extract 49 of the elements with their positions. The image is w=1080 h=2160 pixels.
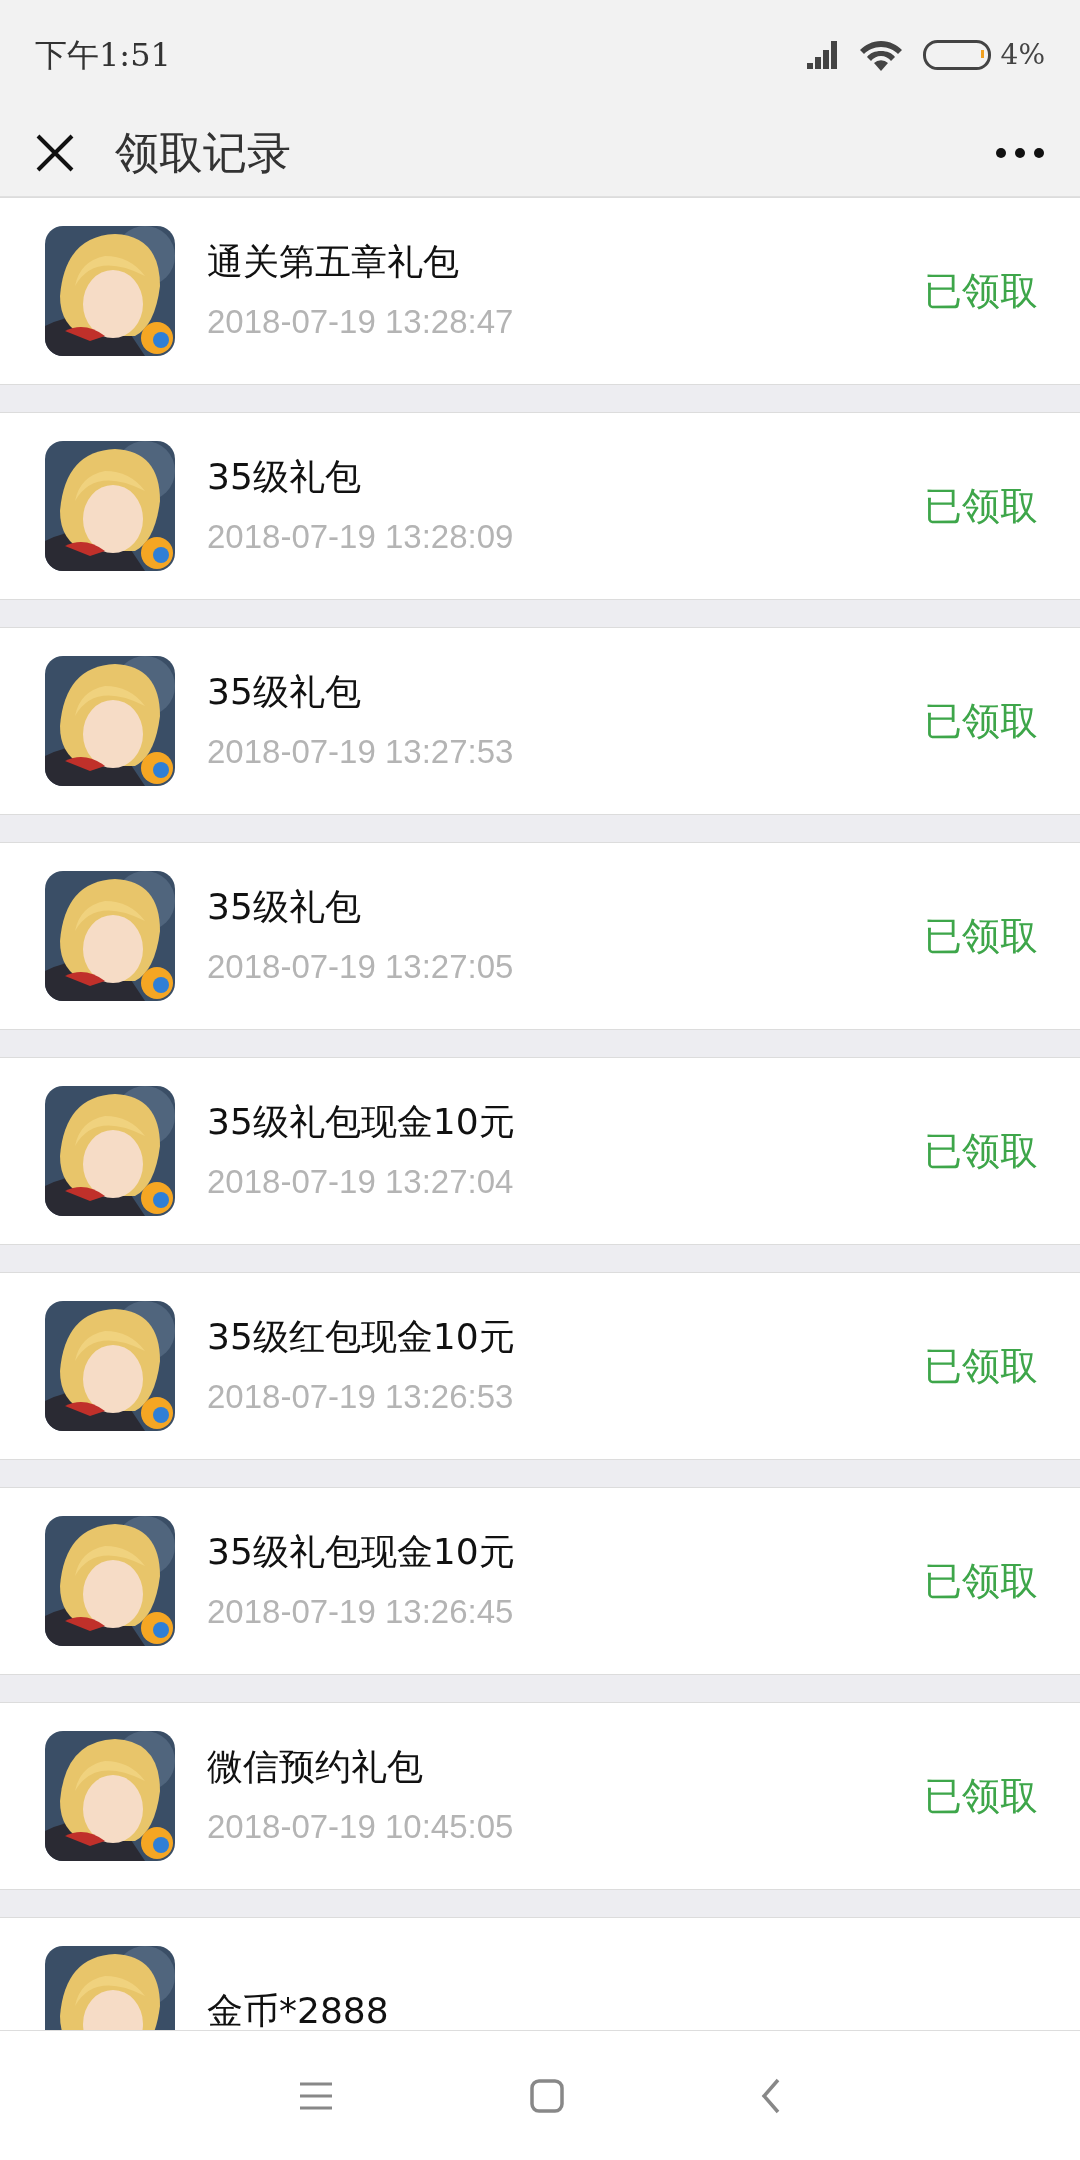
claim-time: 2018-07-19 10:45:05 bbox=[207, 1807, 515, 1848]
record-row[interactable]: 通关第五章礼包 2018-07-19 13:28:47 已领取 bbox=[0, 197, 1080, 385]
battery-icon bbox=[922, 40, 991, 70]
close-icon bbox=[35, 133, 75, 173]
close-button[interactable] bbox=[35, 133, 75, 173]
record-row[interactable]: 35级红包现金10元 2018-07-19 13:26:53 已领取 bbox=[0, 1272, 1080, 1460]
more-icon bbox=[996, 148, 1044, 158]
wifi-icon bbox=[858, 39, 903, 71]
home-button[interactable] bbox=[530, 2078, 564, 2113]
gift-title: 35级礼包 bbox=[207, 670, 362, 715]
record-row[interactable]: 金币*2888 bbox=[0, 1917, 1080, 2030]
claim-status: 已领取 bbox=[924, 1342, 1038, 1390]
gift-title: 35级礼包现金10元 bbox=[207, 1100, 516, 1145]
gift-title: 35级礼包 bbox=[207, 455, 362, 500]
record-row[interactable]: 35级礼包 2018-07-19 13:27:53 已领取 bbox=[0, 627, 1080, 815]
signal-icon bbox=[804, 41, 839, 69]
record-row[interactable]: 35级礼包 2018-07-19 13:28:09 已领取 bbox=[0, 412, 1080, 600]
record-row[interactable]: 35级礼包现金10元 2018-07-19 13:27:04 已领取 bbox=[0, 1057, 1080, 1245]
menu-icon bbox=[298, 2080, 333, 2111]
gift-title: 35级红包现金10元 bbox=[207, 1315, 516, 1360]
status-time: 下午1:51 bbox=[35, 35, 171, 76]
record-row[interactable]: 35级礼包现金10元 2018-07-19 13:26:45 已领取 bbox=[0, 1487, 1080, 1675]
claim-status: 已领取 bbox=[924, 1127, 1038, 1175]
gift-title: 35级礼包现金10元 bbox=[207, 1530, 516, 1575]
back-icon bbox=[761, 2077, 782, 2114]
claim-time: 2018-07-19 13:27:53 bbox=[207, 732, 515, 773]
gift-title: 35级礼包 bbox=[207, 885, 362, 930]
record-row[interactable]: 35级礼包 2018-07-19 13:27:05 已领取 bbox=[0, 842, 1080, 1030]
claim-time: 2018-07-19 13:26:45 bbox=[207, 1592, 515, 1633]
page-title: 领取记录 bbox=[115, 126, 291, 180]
claim-time: 2018-07-19 13:27:04 bbox=[207, 1162, 515, 1203]
record-row[interactable]: 微信预约礼包 2018-07-19 10:45:05 已领取 bbox=[0, 1702, 1080, 1890]
home-icon bbox=[530, 2078, 564, 2113]
claim-time: 2018-07-19 13:26:53 bbox=[207, 1377, 515, 1418]
claim-status: 已领取 bbox=[924, 1772, 1038, 1820]
claim-status: 已领取 bbox=[924, 482, 1038, 530]
gift-title: 通关第五章礼包 bbox=[207, 240, 460, 285]
menu-button[interactable] bbox=[298, 2080, 333, 2111]
claim-time: 2018-07-19 13:28:09 bbox=[207, 517, 515, 558]
gift-title: 微信预约礼包 bbox=[207, 1745, 424, 1790]
claim-time: 2018-07-19 13:27:05 bbox=[207, 947, 515, 988]
battery-percent: 4% bbox=[1000, 37, 1045, 73]
claim-status: 已领取 bbox=[924, 1557, 1038, 1605]
claim-status: 已领取 bbox=[924, 267, 1038, 315]
claim-time: 2018-07-19 13:28:47 bbox=[207, 302, 515, 343]
gift-title: 金币*2888 bbox=[207, 1989, 390, 2030]
claim-status: 已领取 bbox=[924, 697, 1038, 745]
claim-status: 已领取 bbox=[924, 912, 1038, 960]
back-button[interactable] bbox=[761, 2077, 782, 2114]
